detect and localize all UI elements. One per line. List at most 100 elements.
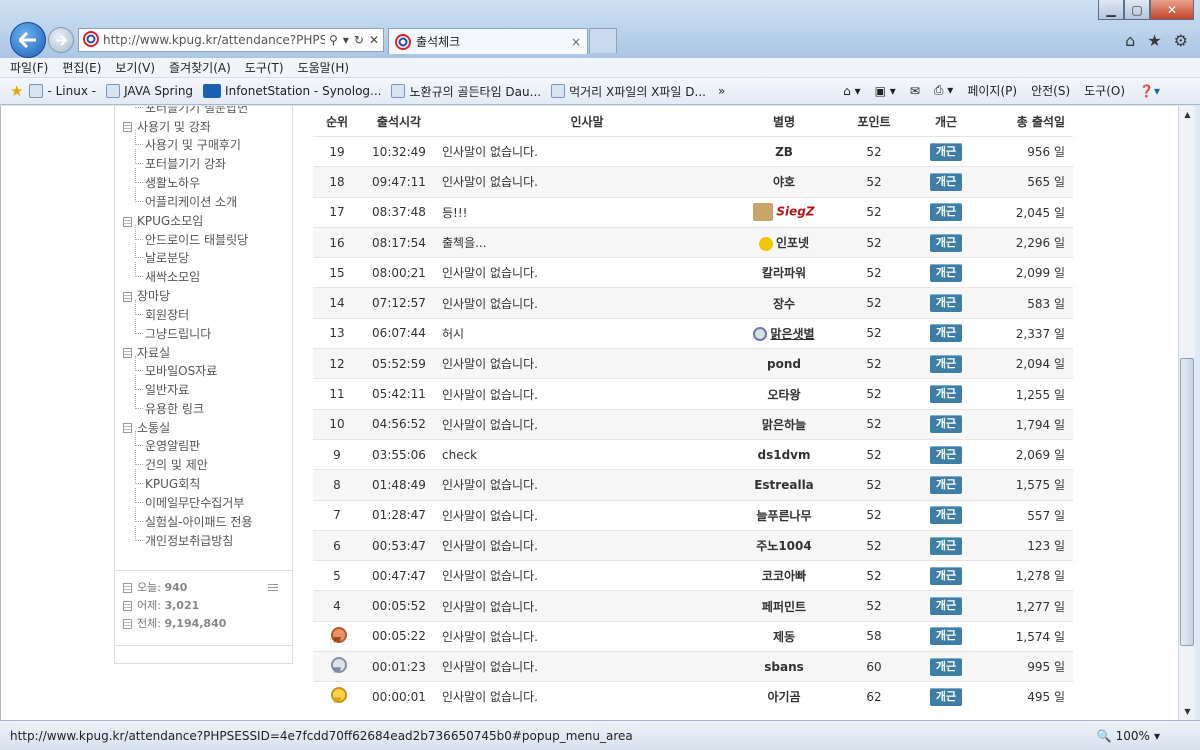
gaegun-button[interactable]: 개근 xyxy=(930,415,962,434)
nickname-cell[interactable]: 맑은하늘 xyxy=(737,416,831,433)
sidebar-group[interactable]: 장마당 xyxy=(123,287,292,306)
home-icon[interactable]: ⌂ xyxy=(1125,31,1135,50)
sidebar-item[interactable]: 실험실-아이패드 전용 xyxy=(135,506,292,532)
nickname-cell[interactable]: 아기곰 xyxy=(737,688,831,705)
sidebar-item[interactable]: 어플리케이션 소개 xyxy=(135,187,292,212)
nickname-cell[interactable]: 늘푸른나무 xyxy=(737,507,831,524)
gaegun-button[interactable]: 개근 xyxy=(930,657,962,676)
gaegun-button[interactable]: 개근 xyxy=(930,324,962,343)
sidebar-group[interactable]: 사용기 및 강좌 xyxy=(123,118,292,137)
gaegun-button[interactable]: 개근 xyxy=(930,142,962,161)
address-url[interactable]: http://www.kpug.kr/attendance?PHPSE xyxy=(103,33,325,47)
stop-icon[interactable]: ✕ xyxy=(369,33,379,47)
nickname-cell[interactable]: 주노1004 xyxy=(737,537,831,554)
gaegun-button[interactable]: 개근 xyxy=(930,597,962,616)
sidebar-item[interactable]: 사용기 및 구매후기 xyxy=(135,130,292,155)
gaegun-button[interactable]: 개근 xyxy=(930,475,962,494)
gaegun-button[interactable]: 개근 xyxy=(930,627,962,646)
gaegun-button[interactable]: 개근 xyxy=(930,294,962,313)
close-tab-icon[interactable]: × xyxy=(571,35,581,49)
nickname-cell[interactable]: 인포넷 xyxy=(737,234,831,251)
more-favorites-icon[interactable]: » xyxy=(718,84,725,98)
menu-tools-cmd[interactable]: 도구(O) xyxy=(1084,82,1125,99)
sidebar-item[interactable]: 개인정보취급방침 xyxy=(135,525,292,551)
nickname-cell[interactable]: 칼라파워 xyxy=(737,264,831,281)
forward-button[interactable] xyxy=(48,27,74,53)
sidebar-item[interactable]: 모바일OS자료 xyxy=(135,356,292,381)
gaegun-button[interactable]: 개근 xyxy=(930,203,962,222)
sidebar-item[interactable]: 새싹소모임 xyxy=(135,262,292,287)
scroll-thumb[interactable] xyxy=(1180,358,1194,646)
menu-view[interactable]: 보기(V) xyxy=(115,59,155,76)
nickname-cell[interactable]: 코코아빠 xyxy=(737,567,831,584)
new-tab-button[interactable] xyxy=(589,28,617,53)
scroll-up-icon[interactable]: ▲ xyxy=(1179,106,1196,123)
sidebar-item[interactable]: KPUG회칙 xyxy=(135,469,292,494)
sidebar-group[interactable]: KPUG소모임 xyxy=(123,212,292,231)
sidebar-item[interactable]: 유용한 링크 xyxy=(135,393,292,419)
sidebar-item-cut[interactable]: 포터블기기 질문답변 xyxy=(135,106,292,118)
refresh-icon[interactable]: ↻ xyxy=(354,33,364,47)
nickname-cell[interactable]: ds1dvm xyxy=(737,448,831,462)
gaegun-button[interactable]: 개근 xyxy=(930,445,962,464)
gear-icon[interactable]: ⚙ xyxy=(1174,31,1188,50)
nickname-cell[interactable]: 야호 xyxy=(737,173,831,190)
close-window-button[interactable]: ✕ xyxy=(1150,0,1194,20)
gaegun-button[interactable]: 개근 xyxy=(930,566,962,585)
sidebar-group[interactable]: 소통실 xyxy=(123,419,292,438)
tab-attendance[interactable]: 출석체크 × xyxy=(388,28,588,54)
menu-edit[interactable]: 편집(E) xyxy=(62,59,101,76)
maximize-button[interactable]: ▢ xyxy=(1124,0,1150,20)
favorites-star-icon[interactable]: ★ xyxy=(10,82,23,100)
sidebar-item[interactable]: 회원장터 xyxy=(135,299,292,325)
gaegun-button[interactable]: 개근 xyxy=(930,233,962,252)
help-icon[interactable]: ❓▾ xyxy=(1139,84,1160,98)
favorites-star-icon[interactable]: ★ xyxy=(1147,31,1161,50)
nickname-cell[interactable]: 장수 xyxy=(737,295,831,312)
menu-file[interactable]: 파일(F) xyxy=(10,59,48,76)
menu-favorites[interactable]: 즐겨찾기(A) xyxy=(169,59,231,76)
nickname-cell[interactable]: ZB xyxy=(737,145,831,159)
nickname-cell[interactable]: Estrealla xyxy=(737,478,831,492)
nickname-cell[interactable]: 제동 xyxy=(737,628,831,645)
nickname-cell[interactable]: 오타왕 xyxy=(737,386,831,403)
sidebar-item[interactable]: 건의 및 제안 xyxy=(135,450,292,475)
sidebar-item[interactable]: 운영알림판 xyxy=(135,431,292,456)
nickname-cell[interactable]: 페퍼민트 xyxy=(737,598,831,615)
dropdown-icon[interactable]: ▾ xyxy=(343,33,349,47)
favorite-x-file[interactable]: 먹거리 X파일의 X파일 D... xyxy=(551,83,706,100)
gaegun-button[interactable]: 개근 xyxy=(930,385,962,404)
sidebar-item[interactable]: 포터블기기 강좌 xyxy=(135,149,292,174)
minimize-button[interactable]: ▁ xyxy=(1098,0,1124,20)
sidebar-item[interactable]: 이메일무단수집거부 xyxy=(135,488,292,513)
gaegun-button[interactable]: 개근 xyxy=(930,172,962,191)
favorite-golden-time[interactable]: 노환규의 골든타임 Dau... xyxy=(391,83,541,100)
nickname-cell[interactable]: SiegZ xyxy=(737,203,831,222)
nickname-cell[interactable]: sbans xyxy=(737,660,831,674)
nickname-cell[interactable]: pond xyxy=(737,357,831,371)
print-icon[interactable]: ⎙ ▾ xyxy=(934,83,953,98)
sidebar-item[interactable]: 안드로이드 태블릿당 xyxy=(135,224,292,250)
mail-icon[interactable]: ✉ xyxy=(910,84,920,98)
address-bar[interactable]: http://www.kpug.kr/attendance?PHPSE ⚲ ▾ … xyxy=(78,28,384,52)
vertical-scrollbar[interactable]: ▲ ▼ xyxy=(1178,106,1195,720)
sidebar-item[interactable]: 생활노하우 xyxy=(135,168,292,193)
scroll-down-icon[interactable]: ▼ xyxy=(1179,703,1196,720)
zoom-control[interactable]: 🔍 100% ▾ xyxy=(1097,729,1160,743)
menu-icon[interactable] xyxy=(268,584,278,592)
nickname-cell[interactable]: 맑은샛별 xyxy=(737,325,831,342)
sidebar-group[interactable]: 자료실 xyxy=(123,344,292,363)
gaegun-button[interactable]: 개근 xyxy=(930,687,962,706)
sidebar-item[interactable]: 그냥드립니다 xyxy=(135,318,292,344)
back-button[interactable] xyxy=(10,22,46,58)
sidebar-item[interactable]: 일반자료 xyxy=(135,374,292,400)
favorite-java-spring[interactable]: JAVA Spring xyxy=(106,84,193,98)
menu-help[interactable]: 도움말(H) xyxy=(298,59,350,76)
sidebar-item[interactable]: 날로분당 xyxy=(135,243,292,268)
gaegun-button[interactable]: 개근 xyxy=(930,506,962,525)
gaegun-button[interactable]: 개근 xyxy=(930,536,962,555)
menu-page[interactable]: 페이지(P) xyxy=(967,82,1017,99)
menu-tools[interactable]: 도구(T) xyxy=(245,59,284,76)
feeds-icon[interactable]: ▣ ▾ xyxy=(875,84,896,98)
favorite-linux[interactable]: - Linux - xyxy=(29,84,96,98)
